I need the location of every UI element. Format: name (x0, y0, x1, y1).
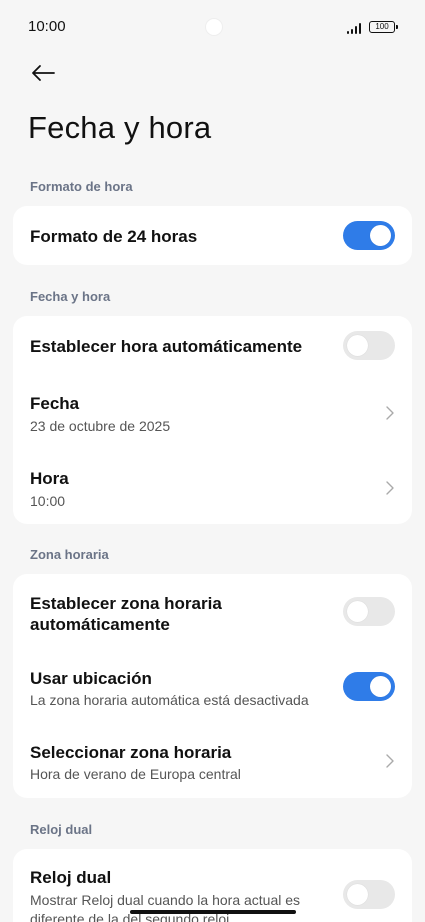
toggle-auto-time[interactable] (343, 331, 395, 360)
section-label-date-time: Fecha y hora (30, 289, 111, 304)
chevron-right-icon (386, 406, 394, 420)
chevron-right-icon (386, 481, 394, 495)
signal-icon (347, 22, 365, 34)
section-label-time-format: Formato de hora (30, 179, 133, 194)
row-subtitle: Mostrar Reloj dual cuando la hora actual… (30, 892, 301, 922)
setting-row-select-timezone[interactable]: Seleccionar zona horaria Hora de verano … (13, 724, 412, 798)
arrow-left-icon (32, 65, 55, 81)
toggle-24h-format[interactable] (343, 221, 395, 250)
home-indicator[interactable] (130, 910, 296, 914)
page-title: Fecha y hora (28, 110, 212, 145)
setting-row-use-location[interactable]: Usar ubicación La zona horaria automátic… (13, 650, 412, 724)
setting-row-auto-time[interactable]: Establecer hora automáticamente (13, 316, 412, 376)
row-title: Formato de 24 horas (30, 227, 198, 246)
back-button[interactable] (28, 60, 58, 86)
row-title: Establecer zona horaria automáticamente (30, 594, 222, 634)
settings-screen: 10:00 100 Fecha y hora Formato de hora F… (0, 0, 425, 922)
row-title: Seleccionar zona horaria (30, 743, 232, 762)
card-time-zone: Establecer zona horaria automáticamente … (13, 574, 412, 798)
card-date-time: Establecer hora automáticamente Fecha 23… (13, 316, 412, 524)
toggle-dual-clock[interactable] (343, 880, 395, 909)
row-title: Fecha (30, 394, 80, 413)
battery-icon: 100 (369, 21, 398, 33)
row-title: Reloj dual (30, 868, 112, 887)
setting-row-auto-timezone[interactable]: Establecer zona horaria automáticamente (13, 574, 412, 650)
row-subtitle: 10:00 (30, 493, 66, 509)
toggle-use-location[interactable] (343, 672, 395, 701)
row-title: Establecer hora automáticamente (30, 337, 303, 356)
row-subtitle: La zona horaria automática está desactiv… (30, 692, 309, 708)
camera-cutout (205, 18, 223, 36)
setting-row-time[interactable]: Hora 10:00 (13, 450, 412, 524)
setting-row-24h-format[interactable]: Formato de 24 horas (13, 206, 412, 265)
section-label-dual-clock: Reloj dual (30, 822, 93, 837)
row-title: Hora (30, 469, 69, 488)
section-label-time-zone: Zona horaria (30, 547, 109, 562)
chevron-right-icon (386, 754, 394, 768)
status-time: 10:00 (28, 18, 66, 35)
row-subtitle: 23 de octubre de 2025 (30, 418, 171, 434)
card-time-format: Formato de 24 horas (13, 206, 412, 265)
row-subtitle: Hora de verano de Europa central (30, 766, 241, 782)
row-title: Usar ubicación (30, 669, 152, 688)
setting-row-date[interactable]: Fecha 23 de octubre de 2025 (13, 376, 412, 450)
status-bar: 10:00 100 (0, 0, 425, 56)
toggle-auto-timezone[interactable] (343, 597, 395, 626)
